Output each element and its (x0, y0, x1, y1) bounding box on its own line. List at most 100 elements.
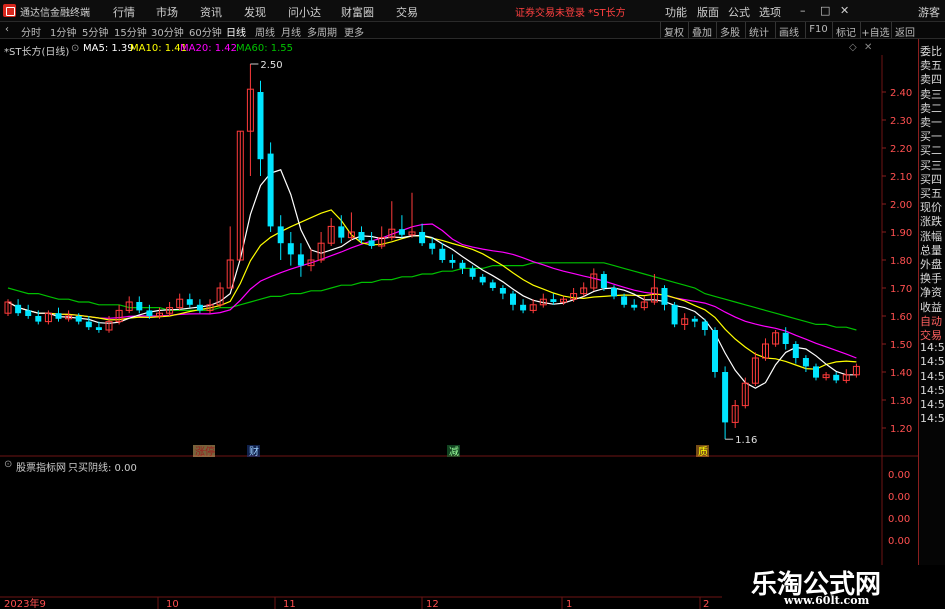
candle-body (782, 332, 789, 344)
candle-body (550, 299, 557, 302)
menu-gongshi[interactable]: 公式 (728, 4, 750, 20)
candle (439, 243, 446, 263)
btn-biaoji[interactable]: 标记 (832, 22, 859, 39)
candle (449, 254, 456, 269)
ma10-line (7, 209, 857, 370)
period-more[interactable]: 更多 (344, 24, 364, 39)
candle-body (611, 288, 617, 297)
period-30min[interactable]: 30分钟 (151, 24, 184, 39)
candle (216, 282, 224, 308)
candle (327, 218, 335, 246)
kline-chart[interactable]: 2.40 2.30 2.20 2.10 2.00 1.90 1.80 1.70 1.60 1.50… (0, 39, 918, 609)
menu-banmian[interactable]: 版面 (697, 4, 719, 20)
menu-hangqing[interactable]: 行情 (113, 4, 135, 20)
event-marker-label: 减 (449, 446, 459, 458)
event-marker-1: 财 (247, 445, 260, 458)
candle-body (661, 288, 668, 305)
candle-body (186, 299, 193, 305)
candle-body (55, 313, 62, 319)
candle (772, 330, 780, 347)
candle (600, 271, 607, 291)
candle (166, 302, 174, 316)
ma-lines (7, 169, 857, 389)
candle (398, 215, 405, 238)
candle (338, 215, 345, 244)
indicator-icon[interactable]: ⊙ (4, 459, 12, 470)
period-1min[interactable]: 1分钟 (50, 24, 76, 39)
candle (459, 260, 466, 274)
menu-xuanxiang[interactable]: 选项 (759, 4, 781, 20)
chart-grid (0, 55, 918, 609)
candle (226, 226, 234, 289)
app-logo-icon (3, 4, 16, 17)
candle-body (277, 226, 284, 244)
period-15min[interactable]: 15分钟 (114, 24, 147, 39)
btn-zixuan[interactable]: +自选 (860, 22, 890, 39)
period-toolbar: ‹ 分时 1分钟 5分钟 15分钟 30分钟 60分钟 日线 周线 月线 多周期… (0, 22, 945, 39)
candle (287, 232, 294, 266)
candle (186, 293, 193, 308)
candle-body (489, 282, 496, 288)
price-tick-label-7: 1.70 (890, 284, 912, 295)
minimize-icon[interactable]: – (800, 4, 806, 17)
candle-body (358, 232, 365, 241)
indicator-tick-label-1: 0.00 (888, 492, 910, 503)
period-60min[interactable]: 60分钟 (189, 24, 222, 39)
menu-wenxiaoda[interactable]: 问小达 (288, 4, 321, 20)
candle-body (712, 330, 718, 372)
candle-body (691, 318, 698, 322)
date-label-5: 2 (703, 599, 709, 609)
menu-shichang[interactable]: 市场 (156, 4, 178, 20)
menu-jiaoyi[interactable]: 交易 (396, 4, 418, 20)
candle (368, 232, 375, 249)
event-marker-label: 涨停 (195, 445, 215, 458)
candle (813, 363, 819, 381)
menu-caifuquan[interactable]: 财富圈 (341, 4, 374, 20)
candle (631, 299, 638, 311)
login-alert[interactable]: 证券交易未登录 *ST长方 (515, 4, 626, 19)
menu-faxian[interactable]: 发现 (244, 4, 266, 20)
btn-f10[interactable]: F10 (805, 22, 831, 38)
period-fenshi[interactable]: 分时 (21, 24, 41, 39)
back-icon[interactable]: ‹ (5, 24, 9, 35)
period-multi[interactable]: 多周期 (307, 24, 337, 39)
candle-body (368, 240, 375, 246)
guest-label[interactable]: 游客 (918, 4, 940, 20)
candle (25, 304, 32, 319)
maximize-icon[interactable]: □ (820, 4, 830, 17)
price-tick-label-12: 1.20 (890, 424, 912, 435)
annotations: 2.50 1.16 涨停 财 减 质 (193, 60, 757, 458)
quote-label-26: 14:54 (920, 412, 945, 426)
menu-zixun[interactable]: 资讯 (200, 4, 222, 20)
ma60-line (7, 262, 857, 331)
date-label-2: 11 (283, 599, 296, 609)
candle-body (600, 274, 607, 288)
candle (136, 296, 143, 314)
candle (15, 299, 22, 316)
candle-body (510, 293, 516, 305)
period-week[interactable]: 周线 (255, 24, 275, 39)
btn-diejia[interactable]: 叠加 (688, 22, 715, 39)
period-5min[interactable]: 5分钟 (82, 24, 108, 39)
candle-body (722, 372, 729, 423)
candle-body (631, 304, 638, 308)
btn-fuquan[interactable]: 复权 (660, 22, 687, 39)
period-month[interactable]: 月线 (281, 24, 301, 39)
candle (55, 307, 62, 322)
btn-tongji[interactable]: 统计 (745, 22, 772, 39)
indicator-tick-label-2: 0.00 (888, 514, 910, 525)
period-day[interactable]: 日线 (226, 24, 246, 39)
btn-fanhui[interactable]: 返回 (891, 22, 918, 39)
candles (4, 64, 860, 440)
candle (267, 142, 274, 232)
candle (277, 215, 284, 260)
candle (852, 363, 860, 378)
date-label-0: 2023年9 (4, 597, 46, 609)
close-icon[interactable]: ✕ (840, 4, 849, 17)
quote-label-25: 14:54 (920, 398, 945, 411)
candle (176, 293, 184, 311)
btn-huaxian[interactable]: 画线 (775, 22, 802, 39)
menu-gongneng[interactable]: 功能 (665, 4, 687, 20)
quote-label-22: 14:54 (920, 355, 945, 369)
btn-duogu[interactable]: 多股 (716, 22, 743, 39)
